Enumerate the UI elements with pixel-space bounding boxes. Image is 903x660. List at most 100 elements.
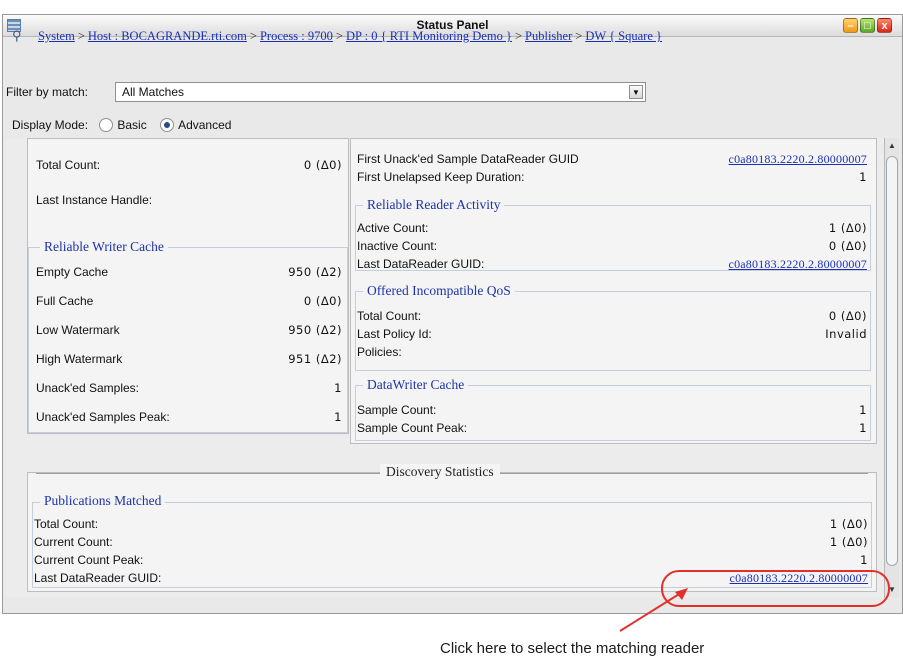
status-row: Total Count: 0 (Δ0) xyxy=(36,158,342,174)
status-row: Current Count: 1 (Δ0) xyxy=(34,535,868,551)
breadcrumb-process[interactable]: Process : 9700 xyxy=(260,29,333,43)
reader-activity-last-guid-link[interactable]: c0a80183.2220.2.80000007 xyxy=(729,257,867,272)
row-value: 1 xyxy=(859,170,867,184)
pin-icon[interactable]: ⚲ xyxy=(12,28,24,44)
filter-label: Filter by match: xyxy=(6,85,89,99)
display-mode-row: Display Mode: Basic Advanced xyxy=(12,118,241,138)
breadcrumb-publisher[interactable]: Publisher xyxy=(525,29,572,43)
display-mode-advanced-label[interactable]: Advanced xyxy=(178,118,231,132)
row-value: 1 xyxy=(859,403,867,417)
row-value: 1 (Δ0) xyxy=(829,535,868,549)
breadcrumb: ⚲ System > Host : BOCAGRANDE.rti.com > Proces… xyxy=(12,28,662,46)
publications-matched-title: Publications Matched xyxy=(40,493,166,509)
display-mode-basic-radio[interactable] xyxy=(99,118,114,132)
breadcrumb-separator: > xyxy=(335,29,343,43)
datawriter-cache-title: DataWriter Cache xyxy=(363,377,469,393)
status-row: Sample Count: 1 xyxy=(357,403,867,419)
breadcrumb-separator: > xyxy=(77,29,85,43)
left-status-section: Total Count: 0 (Δ0) Last Instance Handle… xyxy=(27,138,349,434)
row-value: 0 (Δ0) xyxy=(828,239,867,253)
breadcrumb-separator: > xyxy=(575,29,583,43)
offered-incompatible-qos-title: Offered Incompatible QoS xyxy=(363,283,515,299)
status-row: Last Policy Id: Invalid xyxy=(357,327,867,343)
status-row: Empty Cache 950 (Δ2) xyxy=(36,265,342,281)
status-row: First Unack'ed Sample DataReader GUID c0a… xyxy=(357,152,867,168)
row-label: Sample Count Peak: xyxy=(357,421,468,435)
row-label: Total Count: xyxy=(36,158,101,172)
filter-select-value: All Matches xyxy=(122,85,185,99)
status-scroll-area[interactable]: Total Count: 0 (Δ0) Last Instance Handle… xyxy=(5,138,884,598)
row-value: 951 (Δ2) xyxy=(288,352,342,366)
row-value: Invalid xyxy=(825,327,867,341)
row-label: High Watermark xyxy=(36,352,123,366)
row-label: Sample Count: xyxy=(357,403,437,417)
status-row: Low Watermark 950 (Δ2) xyxy=(36,323,342,339)
row-label: Unack'ed Samples: xyxy=(36,381,140,395)
status-row: Sample Count Peak: 1 xyxy=(357,421,867,437)
row-label: Current Count: xyxy=(34,535,113,549)
row-value: 0 (Δ0) xyxy=(828,309,867,323)
row-value: 0 (Δ0) xyxy=(303,294,342,308)
status-row: Policies: xyxy=(357,345,867,361)
scrollbar-thumb[interactable] xyxy=(886,156,898,566)
row-value: 1 (Δ0) xyxy=(828,221,867,235)
status-row: Current Count Peak: 1 xyxy=(34,553,868,569)
row-label: Last DataReader GUID: xyxy=(34,571,162,585)
row-value: 950 (Δ2) xyxy=(288,323,342,337)
display-mode-label: Display Mode: xyxy=(12,118,89,132)
maximize-icon: □ xyxy=(864,20,871,32)
close-icon: x xyxy=(881,20,888,32)
breadcrumb-system[interactable]: System xyxy=(38,29,75,43)
row-value: 950 (Δ2) xyxy=(288,265,342,279)
row-label: Unack'ed Samples Peak: xyxy=(36,410,170,424)
status-row: High Watermark 951 (Δ2) xyxy=(36,352,342,368)
filter-match-select[interactable]: All Matches ▼ xyxy=(115,82,646,102)
reliable-reader-activity-title: Reliable Reader Activity xyxy=(363,197,505,213)
status-row: Total Count: 1 (Δ0) xyxy=(34,517,868,533)
row-label: Total Count: xyxy=(357,309,422,323)
right-status-section: First Unack'ed Sample DataReader GUID c0a… xyxy=(350,138,877,444)
status-row: First Unelapsed Keep Duration: 1 xyxy=(357,170,867,186)
row-label: Policies: xyxy=(357,345,402,359)
row-value: 1 xyxy=(334,381,342,395)
row-value: 1 (Δ0) xyxy=(829,517,868,531)
scroll-up-icon[interactable]: ▲ xyxy=(886,140,898,152)
annotation-callout: Click here to select the matching reader xyxy=(440,640,705,657)
maximize-button[interactable]: □ xyxy=(860,18,875,33)
status-row: Last DataReader GUID: c0a80183.2220.2.800… xyxy=(357,257,867,273)
row-label: First Unelapsed Keep Duration: xyxy=(357,170,525,184)
row-value: 1 xyxy=(859,421,867,435)
minimize-icon: – xyxy=(847,20,854,32)
status-row: Inactive Count: 0 (Δ0) xyxy=(357,239,867,255)
discovery-statistics-title: Discovery Statistics xyxy=(380,464,500,480)
breadcrumb-domain-participant[interactable]: DP : 0 { RTI Monitoring Demo } xyxy=(346,29,512,43)
row-label: Total Count: xyxy=(34,517,99,531)
vertical-scrollbar[interactable]: ▲ ▼ xyxy=(884,138,899,598)
breadcrumb-host[interactable]: Host : BOCAGRANDE.rti.com xyxy=(88,29,247,43)
display-mode-basic-label[interactable]: Basic xyxy=(117,118,146,132)
close-button[interactable]: x xyxy=(877,18,892,33)
first-unacked-reader-guid-link[interactable]: c0a80183.2220.2.80000007 xyxy=(729,152,867,167)
annotation-arrow-icon xyxy=(619,588,688,632)
status-row: Full Cache 0 (Δ0) xyxy=(36,294,342,310)
row-label: Last Policy Id: xyxy=(357,327,432,341)
row-label: Last DataReader GUID: xyxy=(357,257,485,271)
row-label: Low Watermark xyxy=(36,323,120,337)
row-value: 1 xyxy=(334,410,342,424)
chevron-down-icon[interactable]: ▼ xyxy=(629,85,643,99)
row-label: Current Count Peak: xyxy=(34,553,144,567)
breadcrumb-datawriter[interactable]: DW { Square } xyxy=(585,29,662,43)
minimize-button[interactable]: – xyxy=(843,18,858,33)
display-mode-advanced-radio[interactable] xyxy=(160,118,175,132)
row-value: 1 xyxy=(860,553,868,567)
row-value: 0 (Δ0) xyxy=(303,158,342,172)
row-label: Inactive Count: xyxy=(357,239,438,253)
status-row: Unack'ed Samples: 1 xyxy=(36,381,342,397)
status-row: Total Count: 0 (Δ0) xyxy=(357,309,867,325)
breadcrumb-separator: > xyxy=(249,29,257,43)
row-label: Active Count: xyxy=(357,221,429,235)
status-row: Last Instance Handle: xyxy=(36,193,342,209)
reliable-writer-cache-title: Reliable Writer Cache xyxy=(40,239,168,255)
row-label: Last Instance Handle: xyxy=(36,193,153,207)
row-label: Full Cache xyxy=(36,294,94,308)
